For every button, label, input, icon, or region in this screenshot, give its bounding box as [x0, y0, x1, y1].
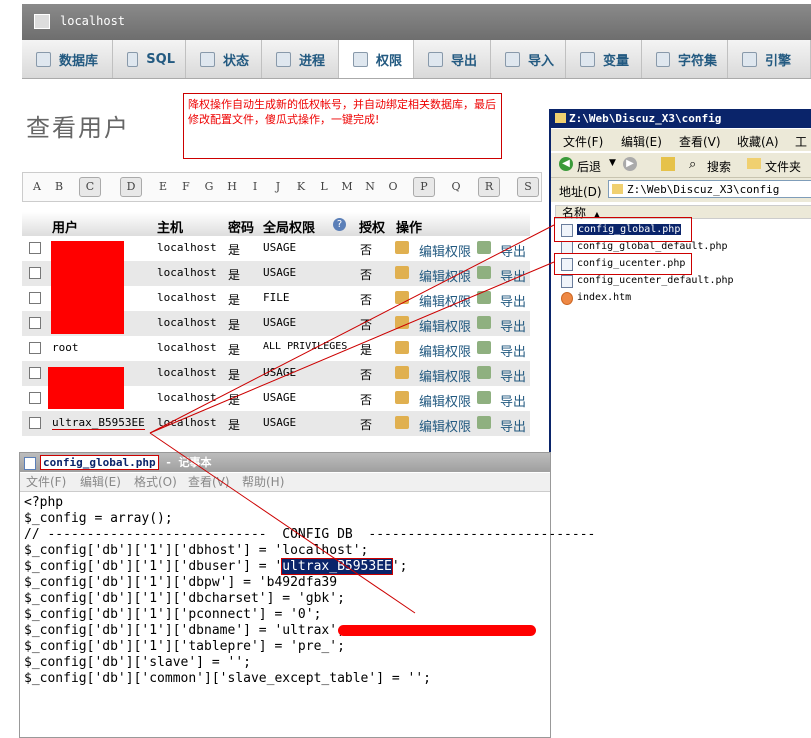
arrow-line: [149, 432, 416, 614]
arrow-line: [149, 224, 555, 434]
arrow-line: [149, 261, 555, 434]
annotation-lines: [149, 224, 555, 614]
